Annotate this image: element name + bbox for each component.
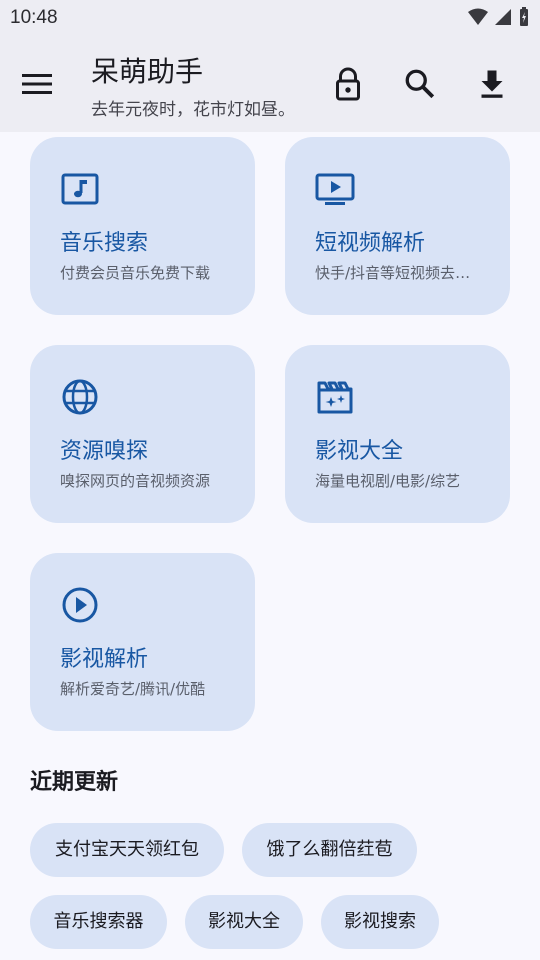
- card-desc: 快手/抖音等短视频去水印: [315, 264, 485, 282]
- card-title: 影视大全: [315, 439, 404, 464]
- status-time: 10:48: [10, 7, 58, 28]
- search-icon: [405, 69, 435, 99]
- card-title: 短视频解析: [315, 231, 426, 256]
- menu-button[interactable]: [22, 66, 62, 102]
- movie-clapper-icon: [317, 381, 353, 414]
- card-resource-sniff[interactable]: 资源嗅探 嗅探网页的音视频资源: [30, 345, 255, 523]
- lock-icon: [336, 67, 360, 101]
- status-icons: [468, 7, 530, 27]
- card-desc: 海量电视剧/电影/综艺: [315, 472, 461, 490]
- card-desc: 付费会员音乐免费下载: [60, 264, 211, 282]
- globe-icon: [62, 379, 98, 415]
- menu-icon: [22, 74, 52, 94]
- recent-section-title: 近期更新: [30, 770, 119, 795]
- chip-recent-item[interactable]: 支付宝天天领红包: [30, 823, 224, 877]
- card-title: 资源嗅探: [60, 439, 149, 464]
- card-title: 音乐搜索: [60, 231, 149, 256]
- download-button[interactable]: [474, 66, 510, 102]
- search-button[interactable]: [402, 66, 438, 102]
- card-desc: 解析爱奇艺/腾讯/优酷: [60, 680, 206, 698]
- card-short-video-parse[interactable]: 短视频解析 快手/抖音等短视频去水印: [285, 137, 510, 315]
- card-title: 影视解析: [60, 647, 149, 672]
- chip-recent-item[interactable]: 影视大全: [185, 895, 303, 949]
- wifi-icon: [468, 8, 488, 25]
- play-circle-icon: [62, 587, 98, 623]
- chip-recent-item[interactable]: 影视搜索: [321, 895, 439, 949]
- signal-icon: [495, 9, 511, 25]
- chip-recent-item[interactable]: 音乐搜索器: [30, 895, 167, 949]
- card-music-search[interactable]: 音乐搜索 付费会员音乐免费下载: [30, 137, 255, 315]
- app-subtitle: 去年元夜时，花市灯如昼。: [91, 100, 295, 120]
- chip-recent-item[interactable]: 饿了么翻倍荭苞: [242, 823, 417, 877]
- app-title: 呆萌助手: [91, 55, 204, 88]
- app-bar: 呆萌助手 去年元夜时，花市灯如昼。: [0, 36, 540, 132]
- card-desc: 嗅探网页的音视频资源: [60, 472, 211, 490]
- lock-button[interactable]: [330, 66, 366, 102]
- card-movies[interactable]: 影视大全 海量电视剧/电影/综艺: [285, 345, 510, 523]
- battery-icon: [520, 7, 528, 26]
- tv-play-icon: [315, 173, 355, 205]
- music-note-icon: [61, 173, 99, 205]
- download-icon: [481, 70, 503, 98]
- card-video-parse[interactable]: 影视解析 解析爱奇艺/腾讯/优酷: [30, 553, 255, 731]
- status-bar: 10:48: [0, 0, 540, 36]
